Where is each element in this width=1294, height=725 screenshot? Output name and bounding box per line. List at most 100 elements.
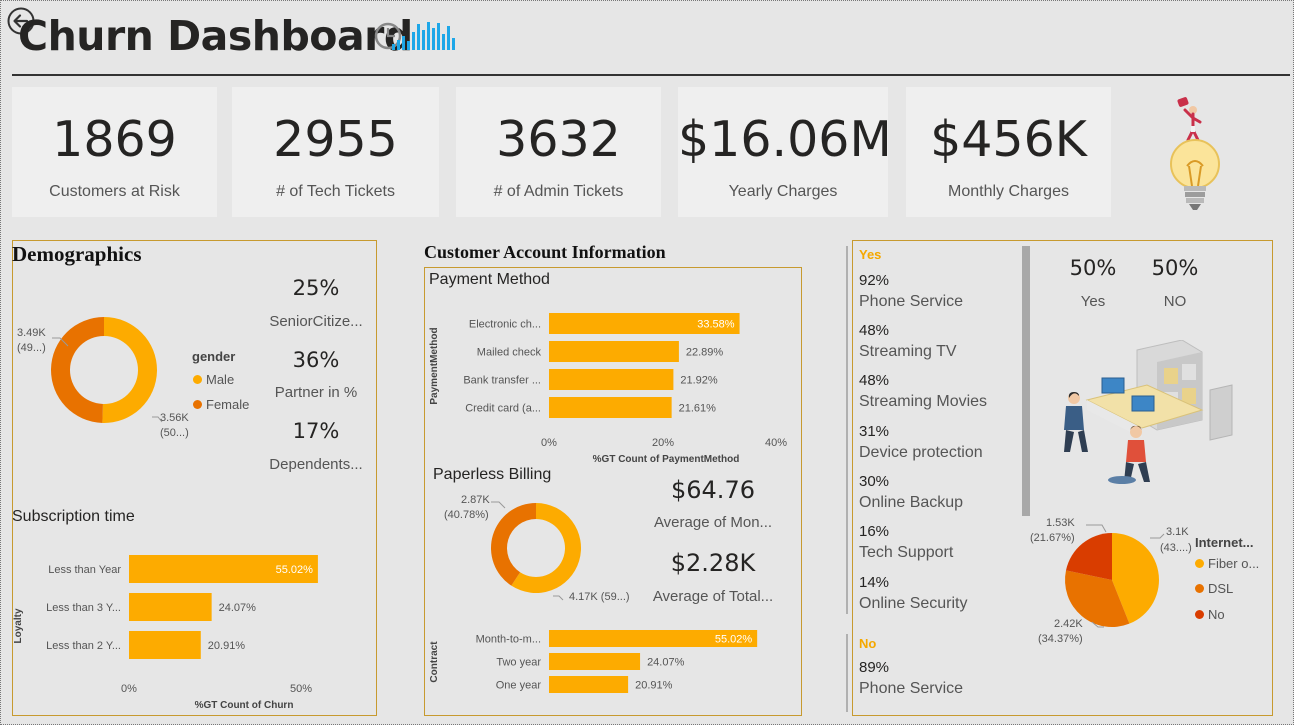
split-yes-label: Yes [1080, 293, 1106, 310]
subscription-bar-chart: Loyalty Less than Year 55.02% Less than 3 … [13, 555, 318, 711]
kpi-card-customers-at-risk[interactable]: 1869 Customers at Risk [12, 87, 217, 217]
pie-slice[interactable] [491, 503, 536, 586]
kpi-label: Yearly Charges [728, 183, 838, 200]
bar[interactable] [129, 631, 201, 659]
category-label: Electronic ch... [469, 319, 541, 331]
lightbulb-illustration [1170, 97, 1220, 210]
service-pct: 16% [859, 523, 890, 540]
service-label: Online Security [859, 595, 968, 612]
legend-dot [193, 375, 202, 384]
services-no-heading: No [859, 636, 877, 651]
donut-label: (49...) [17, 342, 46, 354]
service-label: Online Backup [859, 494, 964, 511]
split-no-label: NO [1163, 293, 1187, 310]
data-label: 55.02% [276, 564, 314, 576]
category-label: Month-to-m... [476, 634, 541, 646]
leader-line [1150, 533, 1165, 539]
tick-label: 20% [652, 437, 674, 449]
category-label: Less than 2 Y... [46, 640, 121, 652]
partner-value: 36% [292, 348, 340, 372]
data-label: 24.07% [219, 602, 257, 614]
gender-donut-chart: 3.49K (49...) 3.56K (50...) [17, 317, 189, 439]
clock-bar-chart-icon [374, 22, 455, 50]
legend-dot [1195, 610, 1204, 619]
pie-label: (43....) [1160, 542, 1192, 554]
avg-total-charges-label: Average of Total... [652, 588, 774, 605]
leader-line [553, 595, 564, 601]
service-pct: 14% [859, 574, 890, 591]
kpi-card-yearly-charges[interactable]: $16.06M Yearly Charges [678, 87, 892, 217]
avg-monthly-charges-value: $64.76 [671, 476, 755, 504]
kpi-label: Customers at Risk [49, 183, 180, 200]
data-label: 21.61% [679, 403, 717, 415]
contract-bar-chart: Contract Month-to-m... 55.02% Two year 24.0… [429, 630, 758, 693]
category-label: Mailed check [477, 347, 542, 359]
partner-label: Partner in % [274, 384, 358, 401]
kpi-card-tech-tickets[interactable]: 2955 # of Tech Tickets [232, 87, 439, 217]
kpi-label: # of Tech Tickets [276, 183, 395, 200]
category-label: Bank transfer ... [463, 375, 541, 387]
data-label: 20.91% [208, 640, 246, 652]
legend-label: Fiber o... [1208, 556, 1260, 571]
data-label: 55.02% [715, 634, 753, 646]
category-label: Less than 3 Y... [46, 602, 121, 614]
legend-item-fiber[interactable]: Fiber o... [1195, 556, 1259, 571]
data-label: 24.07% [647, 657, 685, 669]
payment-method-bar-chart: PaymentMethod Electronic ch... 33.58% Mail… [429, 313, 787, 465]
axis-label: Loyalty [13, 608, 24, 643]
tick-label: 50% [290, 683, 312, 695]
bar[interactable] [129, 593, 212, 621]
pie-label: 3.1K [1166, 526, 1189, 538]
pie-slice[interactable] [50, 317, 104, 423]
legend-item-no[interactable]: No [1195, 607, 1225, 622]
list-scrollbar[interactable] [1022, 246, 1030, 516]
page-title: Churn Dashboard [18, 12, 413, 60]
donut-label: 4.17K (59...) [569, 591, 630, 603]
paperless-billing-donut-chart: 2.87K (40.78%) 4.17K (59...) [444, 494, 630, 603]
donut-label: 2.87K [461, 494, 490, 506]
data-label: 21.92% [680, 375, 718, 387]
kpi-value: $16.06M [678, 111, 892, 168]
scroll-track [846, 246, 848, 614]
kpi-card-admin-tickets[interactable]: 3632 # of Admin Tickets [456, 87, 661, 217]
service-pct: 31% [859, 423, 890, 440]
kpi-value: $456K [930, 111, 1087, 168]
axis-label: %GT Count of PaymentMethod [593, 454, 740, 465]
kpi-label: Monthly Charges [948, 183, 1069, 200]
donut-label: 3.49K [17, 327, 46, 339]
legend-label: Female [206, 397, 250, 412]
bar[interactable] [549, 676, 629, 693]
kpi-value: 1869 [52, 111, 177, 168]
bar[interactable] [549, 369, 674, 390]
service-pct: 89% [859, 659, 890, 676]
account-info-title: Customer Account Information [424, 242, 666, 262]
scroll-track [846, 634, 848, 712]
legend-label: Male [206, 372, 235, 387]
bar[interactable] [549, 397, 672, 418]
legend-item-male[interactable]: Male [193, 372, 234, 387]
kpi-card-monthly-charges[interactable]: $456K Monthly Charges [906, 87, 1111, 217]
tick-label: 0% [121, 683, 137, 695]
bar[interactable] [549, 653, 641, 670]
header-divider [12, 74, 1290, 76]
legend-item-dsl[interactable]: DSL [1195, 581, 1233, 596]
avg-monthly-charges-label: Average of Mon... [653, 514, 773, 531]
pie-label: (21.67%) [1030, 532, 1075, 544]
tick-label: 40% [765, 437, 787, 449]
data-label: 20.91% [635, 680, 673, 692]
internet-legend-title: Internet... [1195, 535, 1254, 550]
senior-citizen-value: 25% [292, 276, 340, 300]
dependents-label: Dependents... [269, 456, 363, 473]
legend-item-female[interactable]: Female [193, 397, 249, 412]
data-label: 22.89% [686, 347, 724, 359]
kpi-value: 2955 [273, 111, 398, 168]
service-label: Streaming TV [859, 343, 957, 360]
pie-slice[interactable] [102, 317, 157, 423]
tick-label: 0% [541, 437, 557, 449]
kpi-value: 3632 [496, 111, 621, 168]
legend-dot [1195, 559, 1204, 568]
subscription-time-title: Subscription time [12, 508, 135, 525]
bar[interactable] [549, 341, 679, 362]
demographics-title: Demographics [12, 242, 142, 266]
axis-label: PaymentMethod [429, 327, 440, 404]
